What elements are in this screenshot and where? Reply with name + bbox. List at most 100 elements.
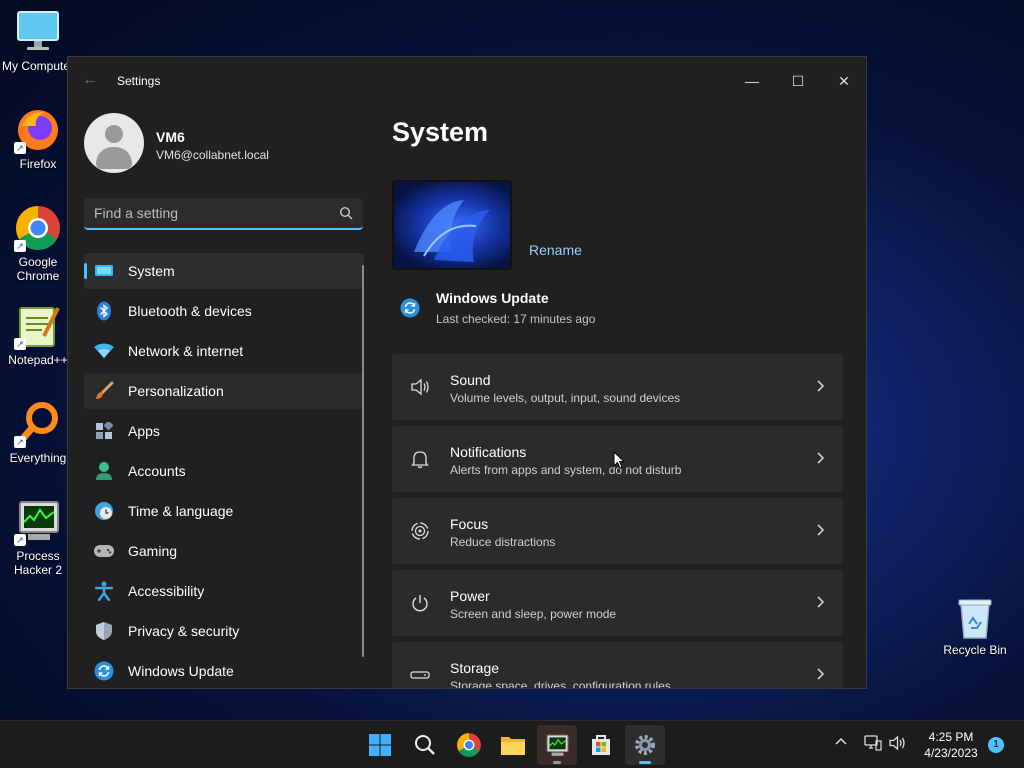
sidebar-item-windows-update[interactable]: Windows Update xyxy=(84,653,364,688)
active-indicator xyxy=(84,263,87,279)
sidebar-item-network[interactable]: Network & internet xyxy=(84,333,364,369)
sidebar-item-apps[interactable]: Apps xyxy=(84,413,364,449)
folder-icon xyxy=(501,737,525,755)
title-bar: ← Settings — ☐ ✕ xyxy=(68,57,866,105)
volume-icon[interactable] xyxy=(889,735,907,754)
chevron-right-icon xyxy=(817,668,825,680)
process-hacker-icon: ↗ xyxy=(14,498,62,546)
card-subtitle: Reduce distractions xyxy=(450,535,556,549)
mouse-cursor-icon xyxy=(613,451,625,469)
settings-card-focus[interactable]: Focus Reduce distractions xyxy=(392,498,843,564)
gear-icon xyxy=(635,735,655,755)
search-icon[interactable] xyxy=(339,206,353,220)
wifi-icon xyxy=(94,341,114,361)
sidebar-item-privacy[interactable]: Privacy & security xyxy=(84,613,364,649)
avatar[interactable] xyxy=(84,113,144,173)
profile-email: VM6@collabnet.local xyxy=(156,148,269,162)
sidebar-item-accessibility[interactable]: Accessibility xyxy=(84,573,364,609)
chevron-up-icon[interactable] xyxy=(834,735,848,752)
card-subtitle: Volume levels, output, input, sound devi… xyxy=(450,391,681,405)
power-icon xyxy=(412,595,428,612)
desktop-icon-label: Google Chrome xyxy=(16,255,60,283)
shortcut-arrow-icon: ↗ xyxy=(14,436,26,448)
desktop-icon-my-computer[interactable]: My Computer xyxy=(0,8,76,73)
shortcut-arrow-icon: ↗ xyxy=(14,534,26,546)
speaker-icon xyxy=(411,378,429,396)
sidebar-item-gaming[interactable]: Gaming xyxy=(84,533,364,569)
desktop-icon-label: My Computer xyxy=(1,59,75,73)
desktop-icon-firefox[interactable]: ↗ Firefox xyxy=(0,106,76,171)
magnifier-icon: ↗ xyxy=(14,400,62,448)
taskbar-microsoft-store[interactable] xyxy=(581,725,621,765)
card-title: Focus xyxy=(450,516,489,532)
notepad-icon: ↗ xyxy=(14,302,62,350)
settings-window: ← Settings — ☐ ✕ VM6 VM6@collabnet.local… xyxy=(67,56,867,689)
sidebar-item-bluetooth[interactable]: Bluetooth & devices xyxy=(84,293,364,329)
sidebar-item-personalization[interactable]: Personalization xyxy=(84,373,364,409)
sidebar-scrollbar[interactable] xyxy=(362,265,364,657)
card-subtitle: Storage space, drives, configuration rul… xyxy=(450,679,671,689)
sidebar-item-label: Apps xyxy=(128,423,160,439)
taskbar-file-explorer[interactable] xyxy=(493,725,533,765)
close-button[interactable]: ✕ xyxy=(822,65,866,97)
taskbar-chrome[interactable] xyxy=(449,725,489,765)
settings-card-storage[interactable]: Storage Storage space, drives, configura… xyxy=(392,642,843,689)
sidebar-item-label: Privacy & security xyxy=(128,623,240,639)
maximize-button[interactable]: ☐ xyxy=(776,65,820,97)
brush-icon xyxy=(94,381,114,401)
chevron-right-icon xyxy=(817,452,825,464)
firefox-icon: ↗ xyxy=(14,106,62,154)
sidebar-item-system[interactable]: System xyxy=(84,253,364,289)
minimize-button[interactable]: — xyxy=(730,65,774,97)
sidebar-item-label: Windows Update xyxy=(128,663,234,679)
profile-name: VM6 xyxy=(156,129,185,145)
sidebar-item-time-language[interactable]: Time & language xyxy=(84,493,364,529)
start-button[interactable] xyxy=(360,725,400,765)
apps-icon xyxy=(94,421,114,441)
rename-link[interactable]: Rename xyxy=(529,242,582,258)
chrome-icon: ↗ xyxy=(14,204,62,252)
page-title: System xyxy=(392,117,489,147)
search-input[interactable] xyxy=(94,205,334,221)
sidebar-item-label: Personalization xyxy=(128,383,224,399)
bell-icon xyxy=(411,451,429,469)
windows-update-link[interactable]: Windows Update xyxy=(436,290,549,306)
sidebar-item-label: Time & language xyxy=(128,503,234,519)
taskbar-clock[interactable]: 4:25 PM 4/23/2023 xyxy=(916,729,986,761)
sidebar-item-accounts[interactable]: Accounts xyxy=(84,453,364,489)
desktop-icon-chrome[interactable]: ↗ Google Chrome xyxy=(0,204,76,283)
back-arrow-icon[interactable]: ← xyxy=(82,71,98,89)
card-title: Storage xyxy=(450,660,500,676)
taskbar-search-button[interactable] xyxy=(405,725,445,765)
desktop-icon-process-hacker[interactable]: ↗ Process Hacker 2 xyxy=(0,498,76,577)
desktop-icon-notepadpp[interactable]: ↗ Notepad++ xyxy=(0,302,76,367)
search-box[interactable] xyxy=(84,198,363,230)
sidebar-item-label: System xyxy=(128,263,175,279)
shortcut-arrow-icon: ↗ xyxy=(14,240,26,252)
clock-time: 4:25 PM xyxy=(928,730,974,744)
update-icon xyxy=(94,661,114,681)
accounts-icon xyxy=(94,461,114,481)
settings-card-sound[interactable]: Sound Volume levels, output, input, soun… xyxy=(392,354,843,420)
update-status-icon xyxy=(400,298,420,318)
desktop-icon-label: Everything xyxy=(9,451,67,465)
window-title: Settings xyxy=(117,74,161,88)
gamepad-icon xyxy=(94,541,114,561)
desktop-icon-label: Firefox xyxy=(19,157,57,171)
sidebar-nav: System Bluetooth & devices Network & int… xyxy=(84,253,364,688)
desktop-icon-recycle-bin[interactable]: Recycle Bin xyxy=(938,596,1012,657)
settings-card-power[interactable]: Power Screen and sleep, power mode xyxy=(392,570,843,636)
network-icon[interactable] xyxy=(864,735,882,754)
desktop-icon-everything[interactable]: ↗ Everything xyxy=(0,400,76,465)
store-icon xyxy=(592,735,610,755)
desktop-icon-label: Process Hacker 2 xyxy=(13,549,63,577)
taskbar-process-hacker[interactable] xyxy=(537,725,577,765)
notification-badge[interactable]: 1 xyxy=(988,737,1004,753)
bluetooth-icon xyxy=(94,301,114,321)
chevron-right-icon xyxy=(817,596,825,608)
system-icon xyxy=(94,261,114,281)
storage-icon xyxy=(410,671,430,679)
card-title: Sound xyxy=(450,372,491,388)
taskbar-settings[interactable] xyxy=(625,725,665,765)
update-last-checked: Last checked: 17 minutes ago xyxy=(436,312,596,326)
